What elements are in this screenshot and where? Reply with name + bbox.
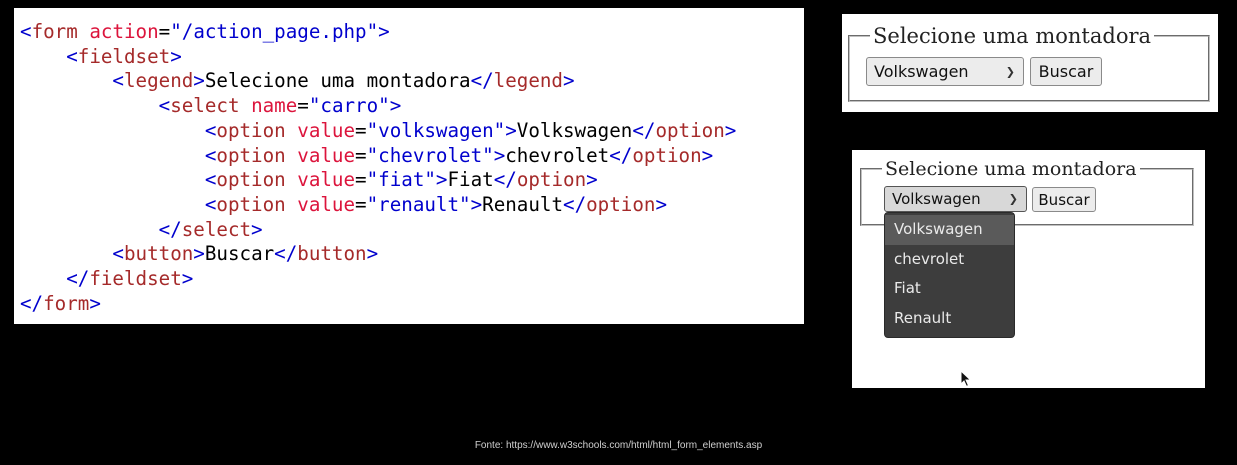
carro-select[interactable]: Volkswagen ❯ <box>884 186 1027 212</box>
mouse-cursor-icon <box>960 370 972 388</box>
html-code-block: <form action="/action_page.php"> <fields… <box>20 20 737 315</box>
dropdown-option[interactable]: chevrolet <box>885 245 1014 275</box>
chevron-down-icon: ❯ <box>1005 65 1015 78</box>
source-caption: Fonte: https://www.w3schools.com/html/ht… <box>474 440 763 451</box>
dropdown-option[interactable]: Fiat <box>885 274 1014 304</box>
select-dropdown-list: Volkswagen chevrolet Fiat Renault <box>884 212 1015 338</box>
rendered-form-closed: Selecione uma montadora Volkswagen ❯ Bus… <box>842 14 1218 112</box>
select-value: Volkswagen <box>874 62 969 81</box>
buscar-button[interactable]: Buscar <box>1032 187 1096 212</box>
carro-select[interactable]: Volkswagen ❯ <box>866 57 1024 86</box>
fieldset-legend: Selecione uma montadora <box>885 158 1137 180</box>
dropdown-option[interactable]: Renault <box>885 304 1014 334</box>
code-panel: <form action="/action_page.php"> <fields… <box>14 8 804 324</box>
rendered-form-open: Selecione uma montadora Volkswagen ❯ Bus… <box>852 150 1205 388</box>
fieldset-legend: Selecione uma montadora <box>873 24 1152 48</box>
select-value: Volkswagen <box>892 190 981 208</box>
chevron-down-icon: ❯ <box>1008 192 1018 206</box>
dropdown-option[interactable]: Volkswagen <box>885 215 1014 245</box>
buscar-button[interactable]: Buscar <box>1030 57 1102 86</box>
